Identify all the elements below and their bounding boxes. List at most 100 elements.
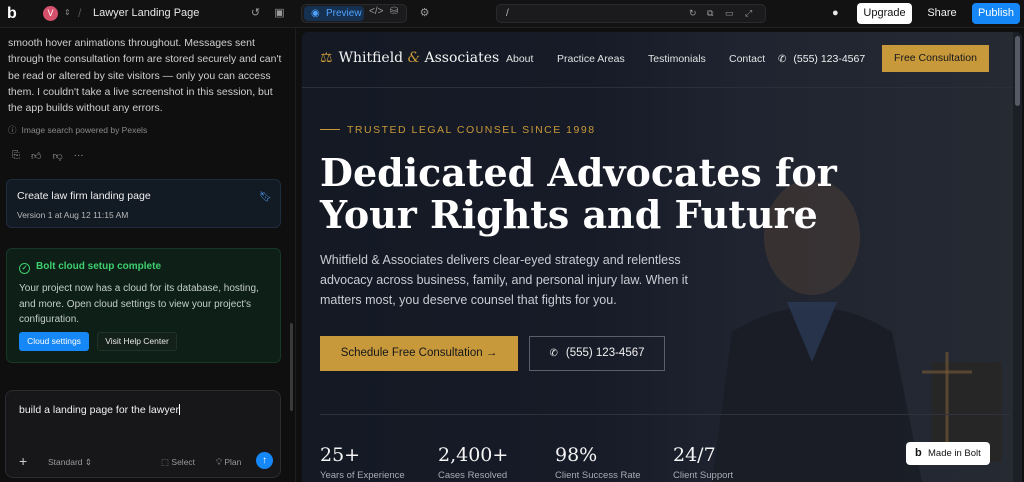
stat-label: Cases Resolved <box>438 470 508 481</box>
gear-icon[interactable]: ⚙ <box>418 7 431 20</box>
brand-suffix: Associates <box>424 50 500 66</box>
pexels-note-text: Image search powered by Pexels <box>21 125 148 135</box>
top-bar: b V ⇕ / Lawyer Landing Page ↺ ▣ ◉ Previe… <box>0 0 1024 28</box>
share-button[interactable]: Share <box>920 3 964 24</box>
schedule-consultation-button[interactable]: Schedule Free Consultation → <box>320 336 518 371</box>
eye-icon: ◉ <box>311 8 320 19</box>
database-icon[interactable]: ⛁ <box>390 6 398 17</box>
breadcrumb-separator: / <box>78 6 82 20</box>
stat-experience: 25+ Years of Experience <box>320 444 405 481</box>
sidebar-toggle-icon[interactable]: ▣ <box>273 7 286 20</box>
version-card-subtitle: Version 1 at Aug 12 11:15 AM <box>17 210 129 220</box>
stat-cases: 2,400+ Cases Resolved <box>438 444 508 481</box>
prompt-input-text: build a landing page for the lawyer <box>19 404 179 416</box>
cloud-card-body: Your project now has a cloud for its dat… <box>19 283 259 325</box>
bolt-logo[interactable]: b <box>7 6 21 22</box>
upgrade-button[interactable]: Upgrade <box>857 3 912 24</box>
url-bar[interactable]: / ↻ ⧉ ▭ ⤢ <box>496 4 766 23</box>
hero-eyebrow: TRUSTED LEGAL COUNSEL SINCE 1998 <box>320 124 596 136</box>
publish-button[interactable]: Publish <box>972 3 1020 24</box>
cloud-card-title: ✓ Bolt cloud setup complete <box>19 261 161 274</box>
version-card[interactable]: Create law firm landing page Version 1 a… <box>6 179 281 228</box>
device-toggle-icon[interactable]: ▭ <box>725 8 734 19</box>
help-center-button[interactable]: Visit Help Center <box>97 332 177 351</box>
cloud-settings-button[interactable]: Cloud settings <box>19 332 89 351</box>
thumbs-up-icon[interactable]: 👍︎ <box>31 150 41 162</box>
mode-select[interactable]: Standard ⇕ <box>48 457 92 468</box>
made-in-bolt-badge[interactable]: b Made in Bolt <box>906 442 990 465</box>
chat-scrollbar[interactable] <box>290 323 293 411</box>
stat-success: 98% Client Success Rate <box>555 444 641 481</box>
brand-ampersand: & <box>407 50 421 66</box>
nav-link-practice-areas[interactable]: Practice Areas <box>557 53 625 65</box>
nav-phone[interactable]: ✆ (555) 123-4567 <box>778 53 865 65</box>
pexels-note: ⓘ Image search powered by Pexels <box>8 124 147 136</box>
fullscreen-icon[interactable]: ⤢ <box>745 8 752 19</box>
avatar[interactable]: V <box>43 6 58 21</box>
more-icon[interactable]: ··· <box>74 150 84 162</box>
open-external-icon[interactable]: ⧉ <box>707 8 713 19</box>
text-caret <box>178 404 180 415</box>
history-icon[interactable]: ↺ <box>249 7 262 20</box>
stat-label: Years of Experience <box>320 470 405 481</box>
hero-headline: Dedicated Advocates for Your Rights and … <box>320 150 837 237</box>
arrow-right-icon: → <box>485 347 498 359</box>
nav-link-contact[interactable]: Contact <box>729 53 765 65</box>
phone-icon: ✆ <box>549 348 558 359</box>
preview-scrollbar[interactable] <box>1013 32 1022 482</box>
nav-link-testimonials[interactable]: Testimonials <box>648 53 706 65</box>
send-button[interactable]: ↑ <box>256 452 273 469</box>
preview-tab[interactable]: ◉ Preview <box>304 6 364 21</box>
preview-scrollbar-thumb[interactable] <box>1015 36 1020 106</box>
plus-icon[interactable]: + <box>19 453 27 469</box>
prompt-input[interactable]: build a landing page for the lawyer <box>19 404 180 416</box>
mode-select-label: Standard <box>48 457 83 467</box>
assistant-message: smooth hover animations throughout. Mess… <box>8 37 282 115</box>
site-brand[interactable]: ⚖ Whitfield & Associates <box>320 50 499 66</box>
stat-number: 98% <box>555 444 598 466</box>
select-label: Select <box>171 457 196 467</box>
made-in-bolt-label: Made in Bolt <box>928 448 981 459</box>
phone-icon: ✆ <box>778 54 787 65</box>
thumbs-down-icon[interactable]: 👎︎ <box>52 150 62 162</box>
bookmark-icon[interactable]: 🔖︎ <box>259 192 272 203</box>
schedule-button-label: Schedule Free Consultation <box>340 347 483 359</box>
project-title[interactable]: Lawyer Landing Page <box>93 7 199 19</box>
cloud-card-title-text: Bolt cloud setup complete <box>36 261 162 272</box>
cursor-select-icon: ⬚ <box>161 457 170 467</box>
code-icon[interactable]: </> <box>369 6 383 17</box>
free-consultation-button[interactable]: Free Consultation <box>882 45 989 72</box>
eyebrow-rule <box>320 129 340 130</box>
brand-prefix: Whitfield <box>338 50 404 66</box>
stat-number: 24/7 <box>673 444 716 466</box>
nav-link-about[interactable]: About <box>506 53 533 65</box>
eyebrow-text: TRUSTED LEGAL COUNSEL SINCE 1998 <box>347 124 596 136</box>
scales-icon: ⚖ <box>320 50 333 66</box>
chevron-updown-icon[interactable]: ⇕ <box>64 8 71 17</box>
stat-label: Client Support <box>673 470 734 481</box>
plan-label: Plan <box>224 457 242 467</box>
call-button[interactable]: ✆ (555) 123-4567 <box>529 336 665 371</box>
url-input[interactable]: / <box>506 8 509 19</box>
check-circle-icon: ✓ <box>19 263 30 274</box>
refresh-icon[interactable]: ↻ <box>689 8 697 19</box>
chat-panel: smooth hover animations throughout. Mess… <box>0 28 296 482</box>
bolt-badge-icon: b <box>915 447 922 459</box>
message-actions: ⎘ 👍︎ 👎︎ ··· <box>12 150 84 162</box>
preview-tab-label: Preview <box>326 8 362 19</box>
stat-support: 24/7 Client Support <box>673 444 733 481</box>
nav-phone-number: (555) 123-4567 <box>793 53 866 65</box>
prompt-box[interactable]: build a landing page for the lawyer + St… <box>5 390 281 478</box>
hero-lede: Whitfield & Associates delivers clear-ey… <box>320 253 688 307</box>
stat-number: 25+ <box>320 444 361 466</box>
lightbulb-icon: 💡︎ <box>216 457 222 467</box>
copy-icon[interactable]: ⎘ <box>12 150 20 162</box>
github-icon[interactable]: ● <box>832 7 839 19</box>
version-card-title: Create law firm landing page <box>17 190 151 202</box>
site-preview: ⚖ Whitfield & Associates About Practice A… <box>302 32 1022 482</box>
plan-button[interactable]: 💡︎ Plan <box>216 457 241 468</box>
info-icon: ⓘ <box>8 125 17 135</box>
stat-label: Client Success Rate <box>555 470 641 481</box>
select-button[interactable]: ⬚ Select <box>161 457 195 468</box>
site-nav: ⚖ Whitfield & Associates About Practice A… <box>302 32 1022 88</box>
